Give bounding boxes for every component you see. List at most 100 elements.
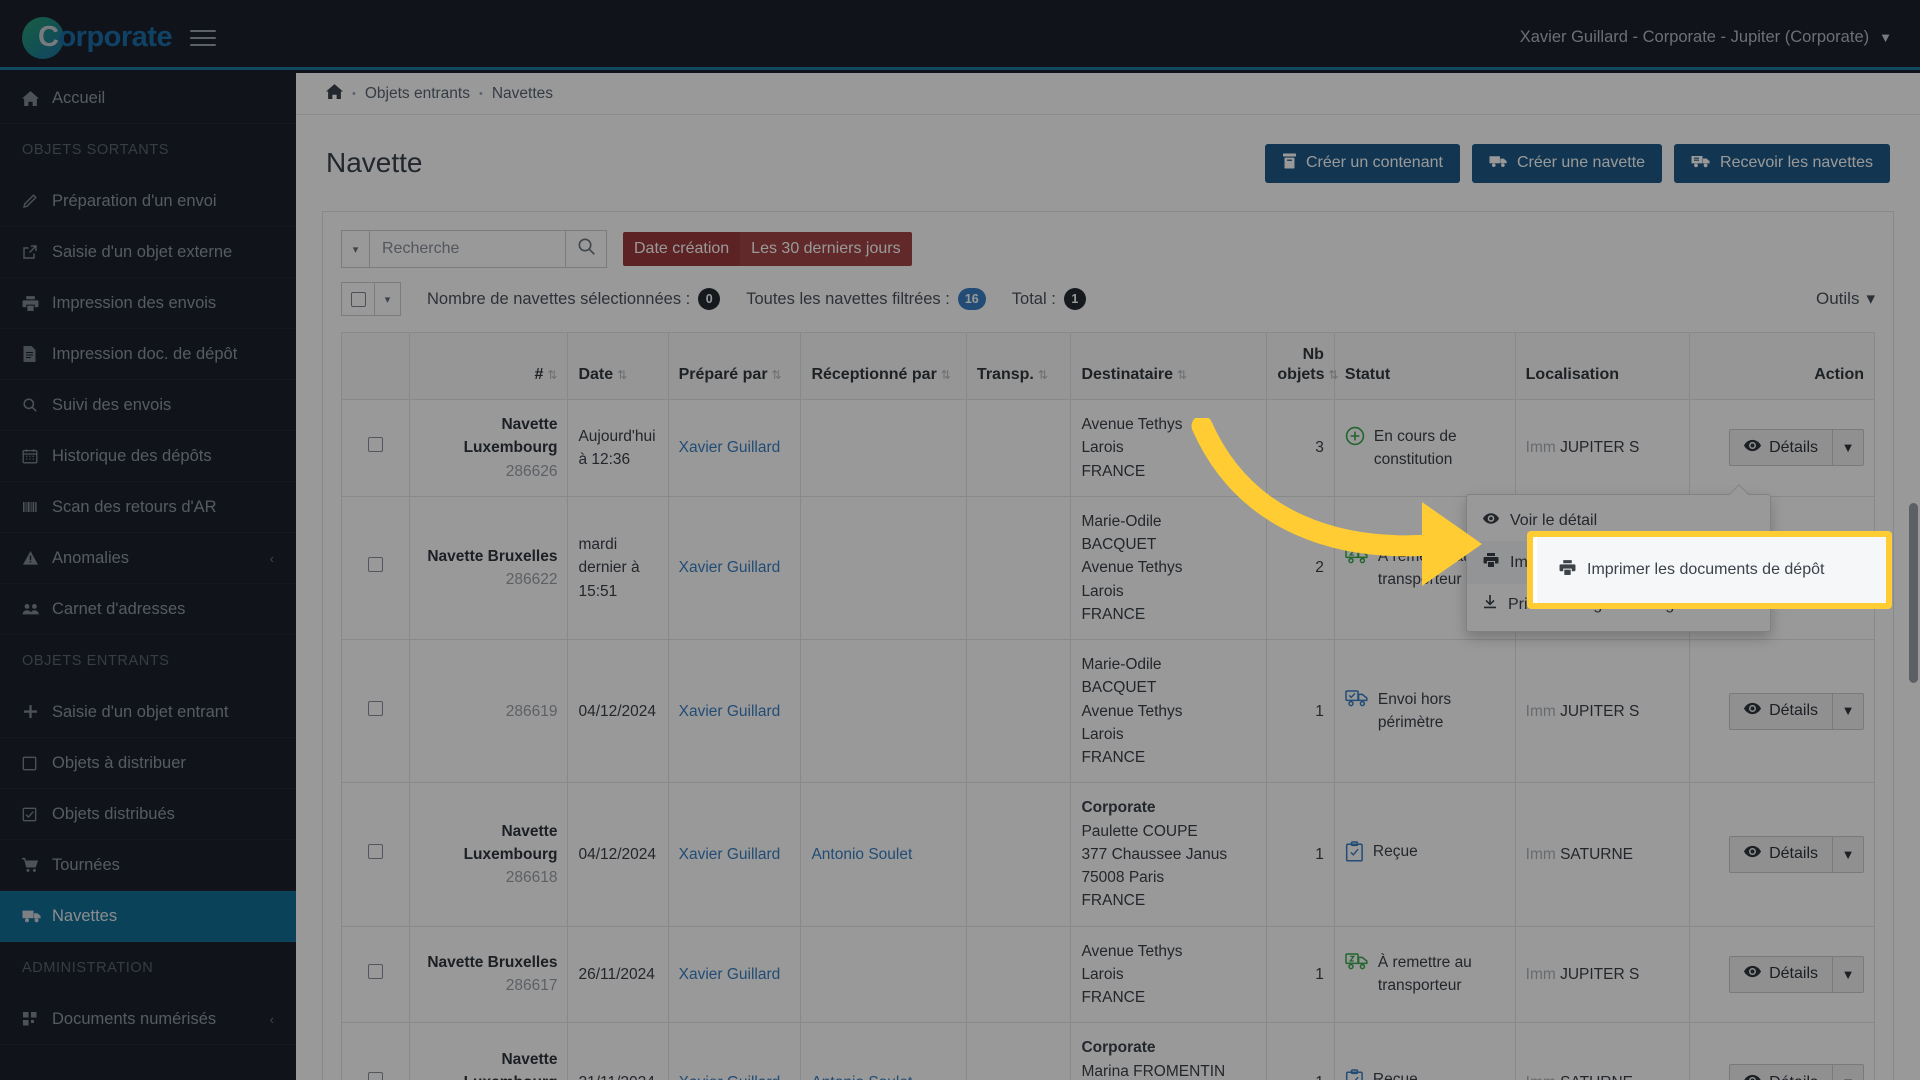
col-receptionne-par[interactable]: Réceptionné par ⇅ [800,332,967,400]
sidebar-item-label: Impression doc. de dépôt [52,344,238,363]
breadcrumb-item-objets-entrants[interactable]: Objets entrants [365,85,470,103]
search-button[interactable] [565,230,607,268]
row-checkbox-cell[interactable] [341,399,410,497]
row-action-caret-button[interactable]: ▼ [1833,1064,1864,1080]
col-nb-objets[interactable]: Nb objets ⇅ [1266,332,1339,400]
sidebar-item-scan-retours-ar[interactable]: Scan des retours d'AR [0,482,296,533]
row-action-caret-button[interactable]: ▼ [1833,692,1864,730]
details-button[interactable]: Détails [1729,692,1833,730]
row-status-label: En cours de constitution [1373,427,1457,468]
row-recipient: Corporate Paulette COUPE 377 Chaussee Janu… [1070,782,1268,927]
row-prepared-by[interactable]: Xavier Guillard [667,495,802,641]
row-prepared-by[interactable]: Xavier Guillard [667,1022,802,1080]
select-all-checkbox[interactable] [341,282,375,316]
details-button[interactable]: Détails [1729,429,1833,467]
row-received-by[interactable] [800,495,967,641]
sidebar-item-anomalies[interactable]: Anomalies ‹ [0,533,296,584]
sidebar-item-objets-distribues[interactable]: Objets distribués [0,789,296,840]
date-filter-chip[interactable]: Date création Les 30 derniers jours [623,232,912,266]
row-action-caret-button[interactable]: ▼ [1833,835,1864,873]
row-received-by[interactable] [800,399,967,497]
sidebar-item-accueil[interactable]: Accueil [0,73,296,124]
sidebar-item-tournees[interactable]: Tournées [0,840,296,891]
sidebar-item-saisie-objet-externe[interactable]: Saisie d'un objet externe [0,227,296,278]
user-menu[interactable]: Xavier Guillard - Corporate - Jupiter (C… [1520,28,1892,47]
dropdown-item-voir-le-detail[interactable]: Voir le détail [1467,501,1770,541]
sidebar-item-navettes[interactable]: Navettes [0,891,296,942]
sidebar-item-preparation-envoi[interactable]: Préparation d'un envoi [0,176,296,227]
row-prepared-by[interactable]: Xavier Guillard [667,782,802,927]
row-checkbox[interactable] [367,437,383,453]
breadcrumb-item-navettes[interactable]: Navettes [492,85,553,103]
highlighted-menu-item[interactable]: Imprimer les documents de dépôt [1533,537,1886,603]
row-received-by[interactable] [800,638,967,784]
recevoir-les-navettes-button[interactable]: Recevoir les navettes [1674,143,1890,183]
details-button[interactable]: Détails [1729,955,1833,993]
outils-dropdown[interactable]: Outils ▾ [1816,289,1875,309]
row-checkbox[interactable] [367,963,383,979]
select-all-dropdown[interactable]: ▾ [375,282,401,316]
row-nb-objects: 2 [1266,495,1335,641]
row-navette-name: Navette Luxembourg [463,416,558,457]
table-row[interactable]: Navette Luxembourg 286626 Aujourd'hui à 12… [341,399,1876,497]
col-destinataire[interactable]: Destinataire ⇅ [1070,332,1268,400]
sidebar-nav[interactable]: Accueil OBJETS SORTANTS Préparation d'un… [0,73,296,1080]
total-count: Total : 1 [1012,288,1086,310]
row-transport [965,1022,1072,1080]
row-location-prefix: Imm [1525,965,1556,983]
row-checkbox-cell[interactable] [341,495,410,641]
row-received-by[interactable] [800,925,967,1024]
row-received-by[interactable]: Antonio Soulet [800,782,967,927]
col-id[interactable]: # ⇅ [408,332,569,400]
eye-icon [1744,845,1762,863]
top-bar: Corporate Xavier Guillard - Corporate - … [0,8,1920,70]
sidebar-item-label: Préparation d'un envoi [52,191,217,210]
sidebar-item-suivi-envois[interactable]: Suivi des envois [0,380,296,431]
row-action-caret-button[interactable]: ▼ [1833,429,1864,467]
brand-logo[interactable]: Corporate [0,16,296,59]
row-prepared-by[interactable]: Xavier Guillard [667,399,802,497]
row-checkbox-cell[interactable] [341,925,410,1024]
sidebar-item-impression-doc-depot[interactable]: Impression doc. de dépôt [0,329,296,380]
table-header-row: # ⇅ Date ⇅ Préparé par ⇅ Réceptionné par ⇅ T… [341,332,1876,400]
dropdown-item-label: Voir le détail [1510,512,1598,529]
creer-un-contenant-button[interactable]: Créer un contenant [1264,143,1460,183]
row-status: En cours de constitution [1333,399,1516,497]
col-date[interactable]: Date ⇅ [567,332,669,400]
table-row[interactable]: Navette Bruxelles 286617 26/11/2024 Xavier … [341,925,1876,1024]
table-row[interactable]: Navette Luxembourg 286618 04/12/2024 Xavier… [341,782,1876,927]
col-prepare-par[interactable]: Préparé par ⇅ [667,332,802,400]
selected-count-badge: 0 [698,288,721,310]
sidebar-item-carnet-adresses[interactable]: Carnet d'adresses [0,584,296,635]
row-action-caret-button[interactable]: ▼ [1833,955,1864,993]
sidebar-item-saisie-objet-entrant[interactable]: Saisie d'un objet entrant [0,687,296,738]
details-button[interactable]: Détails [1729,835,1833,873]
col-transp[interactable]: Transp. ⇅ [965,332,1072,400]
details-button[interactable]: Détails [1729,1064,1833,1080]
search-scope-dropdown[interactable]: ▾ [341,230,369,268]
sidebar-item-objets-a-distribuer[interactable]: Objets à distribuer [0,738,296,789]
row-prepared-by[interactable]: Xavier Guillard [667,638,802,784]
row-received-by[interactable]: Antonio Soulet [800,1022,967,1080]
table-row[interactable]: 286619 04/12/2024 Xavier Guillard Marie-Odi… [341,638,1876,784]
row-status: Reçue [1333,1022,1516,1080]
hamburger-icon[interactable] [190,29,217,46]
table-row[interactable]: Navette Luxembourg28661521/11/2024Xavier… [341,1022,1876,1080]
total-count-label: Total : [1011,289,1056,308]
row-checkbox-cell[interactable] [341,1022,410,1080]
row-checkbox[interactable] [367,1072,383,1080]
search-input[interactable] [369,230,565,268]
sidebar-item-documents-numerises[interactable]: Documents numérisés ‹ [0,994,296,1045]
vertical-scrollbar[interactable] [1909,503,1918,683]
sidebar-item-impression-envois[interactable]: Impression des envois [0,278,296,329]
row-checkbox[interactable] [367,700,383,716]
row-checkbox[interactable] [367,843,383,859]
clipboard-check-icon [1345,1069,1364,1080]
row-checkbox-cell[interactable] [341,638,410,784]
row-checkbox[interactable] [367,557,383,573]
sidebar-item-historique-depots[interactable]: Historique des dépôts [0,431,296,482]
row-prepared-by[interactable]: Xavier Guillard [667,925,802,1024]
row-checkbox-cell[interactable] [341,782,410,927]
creer-une-navette-button[interactable]: Créer une navette [1471,143,1663,183]
home-icon[interactable] [326,83,343,105]
